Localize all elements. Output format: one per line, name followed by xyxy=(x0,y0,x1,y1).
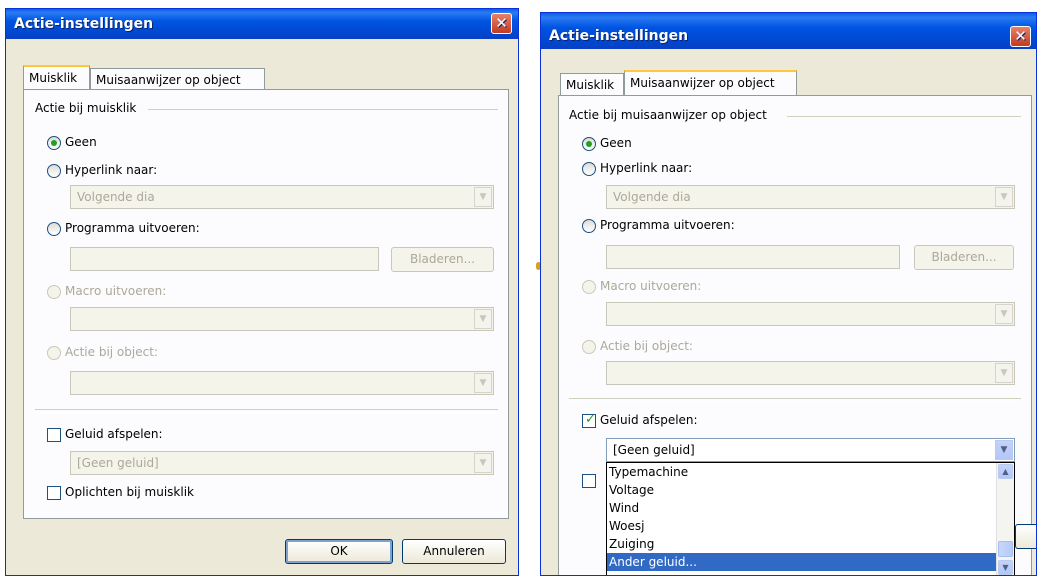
left-sound-value: [Geen geluid] xyxy=(77,456,159,470)
ok-button[interactable]: OK xyxy=(285,539,393,564)
right-radio-none-label: Geen xyxy=(600,136,632,150)
sound-dropdown-list[interactable]: Typemachine Voltage Wind Woesj Zuiging A… xyxy=(606,462,1015,575)
radio-selected-dot xyxy=(51,140,57,146)
dropdown-item[interactable]: Voltage xyxy=(607,481,1014,499)
right-hyperlink-value: Volgende dia xyxy=(613,190,691,204)
left-sound-checkbox[interactable] xyxy=(47,428,61,442)
scroll-down-icon[interactable]: ▼ xyxy=(998,560,1013,575)
left-radio-program-label: Programma uitvoeren: xyxy=(65,221,200,235)
chevron-down-icon: ▼ xyxy=(995,187,1013,207)
right-object-action-combo[interactable]: ▼ xyxy=(606,361,1015,385)
left-group-line xyxy=(148,109,498,110)
right-dialog-title: Actie-instellingen xyxy=(549,28,689,44)
left-highlight-checkbox[interactable] xyxy=(47,486,61,500)
scroll-thumb[interactable] xyxy=(998,541,1013,557)
left-radio-none-label: Geen xyxy=(65,135,97,149)
right-tab-muisaanwijzer[interactable]: Muisaanwijzer op object xyxy=(624,70,797,95)
right-radio-hyperlink[interactable] xyxy=(582,162,596,176)
right-separator xyxy=(569,398,1021,402)
scroll-up-icon[interactable]: ▲ xyxy=(998,464,1013,479)
right-group-line xyxy=(787,116,1021,117)
dropdown-item[interactable]: Woesj xyxy=(607,517,1014,535)
left-dialog: Actie-instellingen ✕ Muisklik Muisaanwij… xyxy=(5,8,519,576)
right-hidden-button[interactable] xyxy=(1015,524,1036,549)
right-radio-none[interactable] xyxy=(582,137,596,151)
right-group-label: Actie bij muisaanwijzer op object xyxy=(569,108,767,122)
left-tab-muisaanwijzer[interactable]: Muisaanwijzer op object xyxy=(90,68,265,90)
left-macro-combo[interactable]: ▼ xyxy=(70,307,494,331)
left-object-action-combo[interactable]: ▼ xyxy=(70,371,494,395)
right-program-input[interactable] xyxy=(606,245,900,269)
right-radio-object-action-label: Actie bij object: xyxy=(600,339,693,353)
radio-selected-dot xyxy=(586,141,592,147)
right-sound-checkbox[interactable]: ✓ xyxy=(582,412,596,428)
left-radio-none[interactable] xyxy=(47,136,61,150)
right-browse-button[interactable]: Bladeren... xyxy=(914,245,1014,270)
right-macro-combo[interactable]: ▼ xyxy=(606,302,1015,326)
dropdown-item[interactable]: Typemachine xyxy=(607,463,1014,481)
left-hyperlink-value: Volgende dia xyxy=(77,190,155,204)
right-sound-label: Geluid afspelen: xyxy=(600,413,698,427)
left-browse-button[interactable]: Bladeren... xyxy=(391,247,494,272)
left-separator xyxy=(35,409,498,413)
chevron-down-icon: ▼ xyxy=(474,373,492,393)
left-sound-label: Geluid afspelen: xyxy=(65,427,163,441)
left-sound-combo[interactable]: [Geen geluid] ▼ xyxy=(70,451,494,475)
close-icon: ✕ xyxy=(1014,27,1027,45)
right-radio-hyperlink-label: Hyperlink naar: xyxy=(600,161,693,175)
left-radio-macro-label: Macro uitvoeren: xyxy=(65,284,167,298)
chevron-down-icon: ▼ xyxy=(474,453,492,473)
left-program-input[interactable] xyxy=(70,247,379,271)
right-sound-value: [Geen geluid] xyxy=(613,443,695,457)
right-radio-macro-label: Macro uitvoeren: xyxy=(600,279,702,293)
dropdown-scrollbar[interactable]: ▲ ▼ xyxy=(996,463,1014,575)
left-radio-object-action[interactable] xyxy=(47,346,61,360)
left-group-label: Actie bij muisklik xyxy=(35,101,137,115)
right-highlight-checkbox[interactable] xyxy=(582,474,596,488)
left-radio-hyperlink[interactable] xyxy=(47,164,61,178)
right-title-bar: Actie-instellingen ✕ xyxy=(541,13,1036,49)
right-radio-object-action[interactable] xyxy=(582,340,596,354)
left-radio-program[interactable] xyxy=(47,222,61,236)
chevron-down-icon: ▼ xyxy=(995,440,1013,460)
chevron-down-icon: ▼ xyxy=(474,187,492,207)
left-hyperlink-combo[interactable]: Volgende dia ▼ xyxy=(70,185,494,209)
right-radio-macro[interactable] xyxy=(582,280,596,294)
chevron-down-icon: ▼ xyxy=(995,304,1013,324)
left-radio-macro[interactable] xyxy=(47,285,61,299)
dropdown-item-selected[interactable]: Ander geluid... xyxy=(607,553,1014,571)
left-close-button[interactable]: ✕ xyxy=(491,13,512,34)
left-title-bar: Actie-instellingen ✕ xyxy=(6,9,518,39)
right-radio-program-label: Programma uitvoeren: xyxy=(600,218,735,232)
chevron-down-icon: ▼ xyxy=(995,363,1013,383)
checkmark-icon: ✓ xyxy=(585,412,596,427)
left-radio-hyperlink-label: Hyperlink naar: xyxy=(65,163,158,177)
dropdown-item[interactable]: Wind xyxy=(607,499,1014,517)
right-close-button[interactable]: ✕ xyxy=(1010,26,1031,47)
right-radio-program[interactable] xyxy=(582,219,596,233)
close-icon: ✕ xyxy=(495,14,508,32)
left-highlight-label: Oplichten bij muisklik xyxy=(65,485,194,499)
left-dialog-title: Actie-instellingen xyxy=(14,16,154,32)
right-sound-combo[interactable]: [Geen geluid] ▼ xyxy=(606,438,1015,462)
left-radio-object-action-label: Actie bij object: xyxy=(65,345,158,359)
cancel-button[interactable]: Annuleren xyxy=(402,539,506,564)
dropdown-item[interactable]: Zuiging xyxy=(607,535,1014,553)
right-hyperlink-combo[interactable]: Volgende dia ▼ xyxy=(606,185,1015,209)
right-tab-muisklik[interactable]: Muisklik xyxy=(560,73,624,95)
chevron-down-icon: ▼ xyxy=(474,309,492,329)
left-tab-muisklik[interactable]: Muisklik xyxy=(23,65,90,90)
right-dialog: Actie-instellingen ✕ Muisklik Muisaanwij… xyxy=(540,12,1037,576)
